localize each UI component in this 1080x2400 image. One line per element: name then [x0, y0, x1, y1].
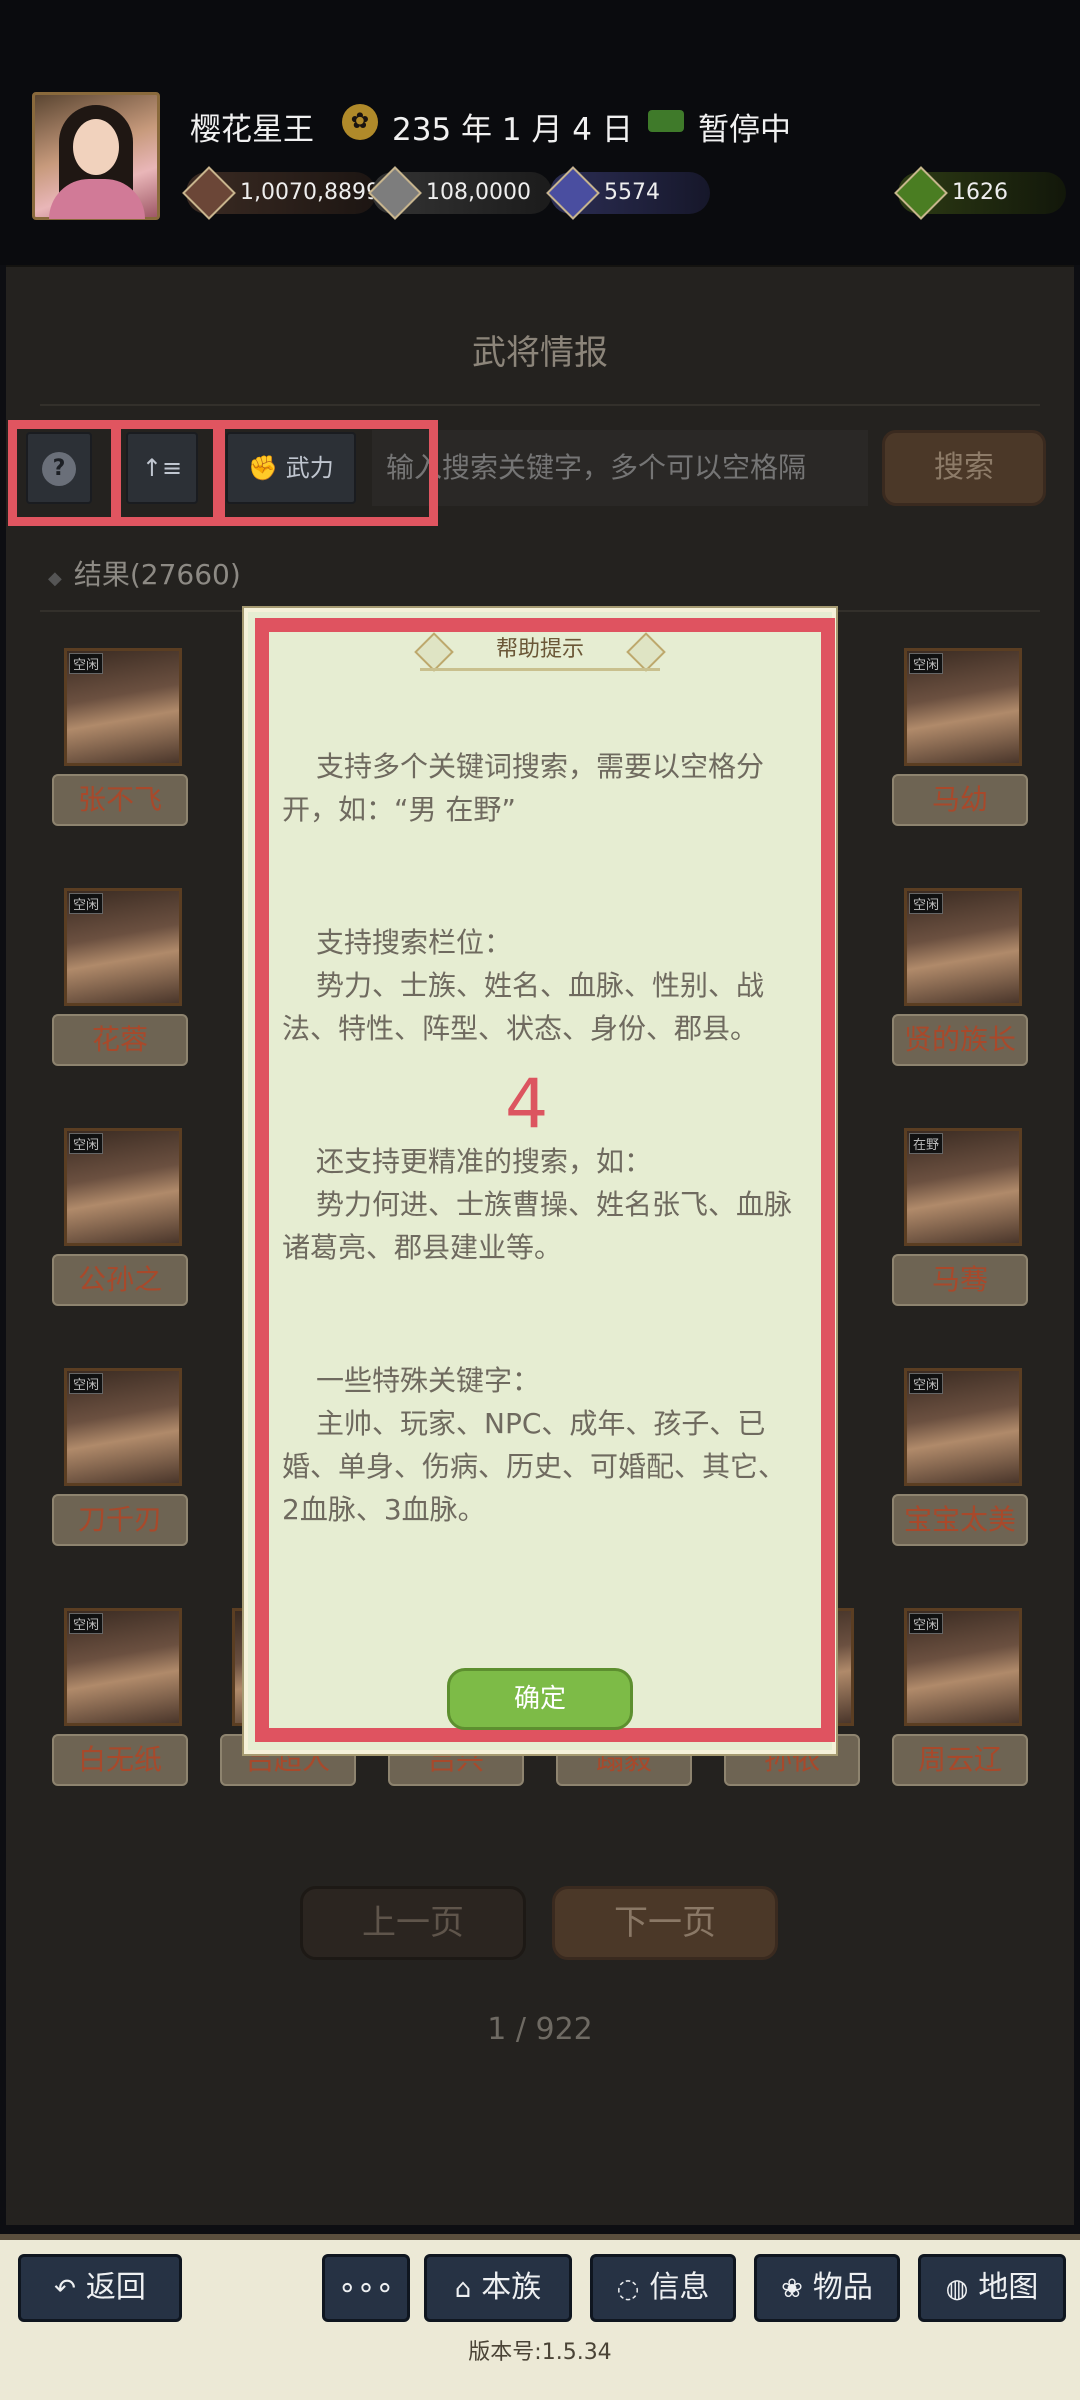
gold-resource: 1,0070,8899	[182, 166, 380, 220]
status-tag: 空闲	[909, 1373, 944, 1394]
page-indicator: 1 / 922	[487, 2012, 593, 2047]
title-underline	[420, 668, 660, 671]
food-resource: 1626	[894, 166, 1066, 220]
clan-icon: ⌂	[454, 2274, 472, 2304]
game-date: 235 年 1 月 4 日	[392, 112, 633, 148]
general-name: 白无纸	[52, 1734, 188, 1786]
help-precise-heading: 还支持更精准的搜索，如：	[316, 1145, 653, 1178]
info-label: 信息	[649, 2270, 710, 2305]
highlight-box-force	[216, 420, 438, 526]
general-name: 周云辽	[892, 1734, 1028, 1786]
search-button[interactable]: 搜索	[882, 430, 1046, 506]
highlight-box-help	[8, 420, 120, 526]
status-tag: 空闲	[69, 1613, 104, 1634]
general-portrait: 空闲	[904, 1608, 1022, 1726]
silver-value: 108,0000	[426, 180, 531, 205]
panel-title: 武将情报	[472, 333, 608, 373]
food-value: 1626	[952, 180, 1008, 205]
globe-icon: ◍	[945, 2274, 969, 2304]
items-button[interactable]: ❀ 物品	[754, 2254, 900, 2322]
army-value: 5574	[604, 180, 660, 205]
general-portrait: 空闲	[64, 648, 182, 766]
general-name: 张不飞	[52, 774, 188, 826]
general-portrait: 空闲	[904, 648, 1022, 766]
pause-status-icon	[648, 110, 684, 132]
highlight-box-sort	[112, 420, 222, 526]
help-special-heading: 一些特殊关键字：	[316, 1364, 541, 1397]
status-tag: 空闲	[909, 653, 944, 674]
status-tag: 空闲	[69, 1373, 104, 1394]
prev-page-button[interactable]: 上一页	[300, 1886, 526, 1960]
chat-icon: ◌	[616, 2274, 640, 2304]
map-button[interactable]: ◍ 地图	[918, 2254, 1066, 2322]
calendar-icon: ✿	[342, 104, 378, 140]
annotation-number: 4	[505, 1065, 549, 1144]
general-name: 花蓉	[52, 1014, 188, 1066]
general-name: 马骞	[892, 1254, 1028, 1306]
silver-resource: 108,0000	[368, 166, 552, 220]
general-name: 公孙之	[52, 1254, 188, 1306]
general-portrait: 空闲	[64, 1128, 182, 1246]
general-portrait: 空闲	[904, 888, 1022, 1006]
clan-button[interactable]: ⌂ 本族	[424, 2254, 572, 2322]
items-label: 物品	[812, 2270, 873, 2305]
next-page-button[interactable]: 下一页	[552, 1886, 778, 1960]
game-status[interactable]: 暂停中	[698, 104, 791, 149]
version-label: 版本号:1.5.34	[468, 2340, 612, 2365]
player-avatar[interactable]	[32, 92, 160, 220]
army-resource: 5574	[546, 166, 710, 220]
more-button[interactable]: ∘∘∘	[322, 2254, 410, 2322]
general-name: 贤的族长	[892, 1014, 1028, 1066]
help-text-multi-keyword: 支持多个关键词搜索，需要以空格分开，如：“男 在野”	[282, 750, 765, 826]
general-portrait: 空闲	[64, 888, 182, 1006]
results-count: 结果(27660)	[48, 553, 241, 593]
help-precise-examples: 势力何进、士族曹操、姓名张飞、血脉诸葛亮、郡县建业等。	[282, 1188, 793, 1264]
help-fields-list: 势力、士族、姓名、血脉、性别、战法、特性、阵型、状态、身份、郡县。	[282, 969, 765, 1045]
divider	[40, 404, 1040, 406]
general-name: 马幼	[892, 774, 1028, 826]
status-tag: 空闲	[909, 1613, 944, 1634]
search-input[interactable]	[372, 430, 868, 506]
status-tag: 空闲	[69, 1133, 104, 1154]
status-tag: 空闲	[69, 653, 104, 674]
item-icon: ❀	[781, 2274, 803, 2304]
back-label: 返回	[85, 2270, 146, 2305]
help-special-keywords: 主帅、玩家、NPC、成年、孩子、已婚、单身、伤病、历史、可婚配、其它、2血脉、3…	[282, 1407, 787, 1526]
map-label: 地图	[978, 2270, 1039, 2305]
clan-label: 本族	[481, 2270, 542, 2305]
general-portrait: 空闲	[64, 1608, 182, 1726]
general-portrait: 空闲	[904, 1368, 1022, 1486]
player-name: 樱花星王	[190, 112, 314, 148]
gold-value: 1,0070,8899	[240, 180, 380, 205]
info-button[interactable]: ◌ 信息	[590, 2254, 736, 2322]
general-name: 宝宝太美	[892, 1494, 1028, 1546]
general-portrait: 在野	[904, 1128, 1022, 1246]
general-portrait: 空闲	[64, 1368, 182, 1486]
confirm-button[interactable]: 确定	[447, 1668, 633, 1730]
dialog-title: 帮助提示	[428, 630, 652, 670]
status-tag: 空闲	[909, 893, 944, 914]
dialog-body: 支持多个关键词搜索，需要以空格分开，如：“男 在野” 支持搜索栏位： 势力、士族…	[282, 745, 802, 1621]
help-fields-heading: 支持搜索栏位：	[316, 926, 513, 959]
general-name: 刀千刃	[52, 1494, 188, 1546]
status-tag: 在野	[909, 1133, 944, 1154]
back-arrow-icon: ↶	[54, 2274, 76, 2304]
status-tag: 空闲	[69, 893, 104, 914]
back-button[interactable]: ↶ 返回	[18, 2254, 182, 2322]
